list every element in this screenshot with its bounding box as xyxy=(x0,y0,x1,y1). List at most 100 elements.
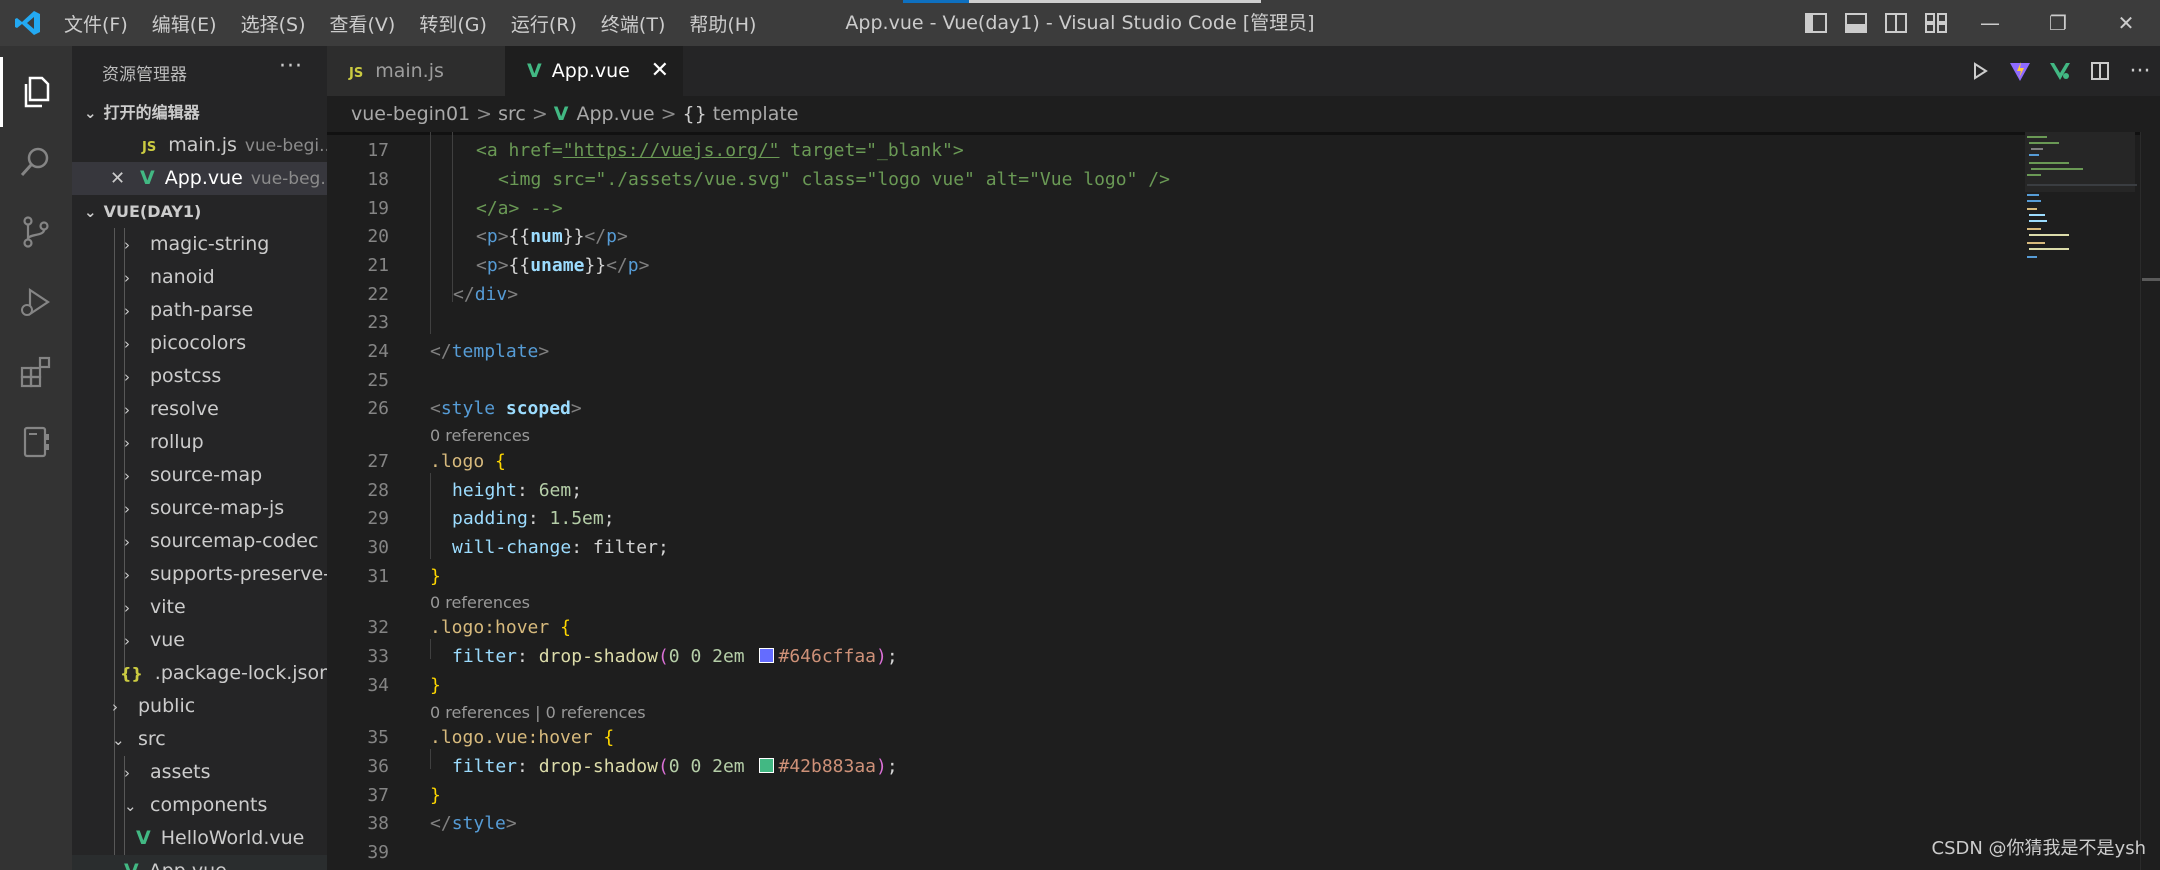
menu-view[interactable]: 查看(V) xyxy=(330,10,396,37)
vite-icon[interactable] xyxy=(2000,60,2040,82)
indent-guide xyxy=(430,473,431,559)
tree-folder-source-map-js[interactable]: › source-map-js xyxy=(72,492,327,525)
restore-button[interactable]: ❐ xyxy=(2024,0,2092,46)
token: class xyxy=(790,169,856,190)
title-bar: 文件(F) 编辑(E) 选择(S) 查看(V) 转到(G) 运行(R) 终端(T… xyxy=(0,0,2160,46)
extensions-icon[interactable] xyxy=(0,337,72,407)
split-editor-icon[interactable] xyxy=(2080,61,2120,81)
breadcrumb-root[interactable]: vue-begin01 xyxy=(351,103,470,125)
js-file-icon: JS xyxy=(142,140,157,155)
close-tab-icon[interactable]: ✕ xyxy=(651,46,669,96)
vertical-scrollbar[interactable] xyxy=(2140,132,2160,870)
open-editors-section[interactable]: ⌄ 打开的编辑器 xyxy=(72,96,327,129)
tree-folder-resolve[interactable]: › resolve xyxy=(72,393,327,426)
token: = xyxy=(855,169,867,190)
close-editor-icon[interactable]: ✕ xyxy=(110,162,140,195)
code-line-36: filter: drop-shadow(0 0 2em #42b883aa); xyxy=(452,756,898,777)
explorer-icon[interactable] xyxy=(0,57,72,127)
workspace-section[interactable]: ⌄ VUE(DAY1) xyxy=(72,195,327,228)
code-link[interactable]: "https://vuejs.org/" xyxy=(563,140,780,161)
menu-edit[interactable]: 编辑(E) xyxy=(152,10,217,37)
vue-devtools-icon[interactable] xyxy=(2040,60,2080,82)
token: > xyxy=(497,226,509,247)
tree-item-label: supports-preserve-... xyxy=(150,563,327,585)
color-swatch[interactable] xyxy=(759,648,775,663)
breadcrumb-symbol[interactable]: template xyxy=(713,103,799,125)
tree-file-helloworld-vue[interactable]: V HelloWorld.vue xyxy=(72,822,327,855)
toggle-sidebar-right-icon[interactable] xyxy=(1876,0,1916,46)
open-editor-item-app-vue[interactable]: ✕V App.vue vue-beg... xyxy=(72,162,327,195)
tree-folder-public[interactable]: › public xyxy=(72,690,327,723)
run-debug-icon[interactable] xyxy=(0,267,72,337)
tab-main-js[interactable]: JS main.js xyxy=(327,46,505,96)
codelens-references[interactable]: 0 references xyxy=(430,426,530,445)
menu-terminal[interactable]: 终端(T) xyxy=(601,10,665,37)
breadcrumb: vue-begin01 > src > V App.vue >{} template xyxy=(327,96,2160,132)
tree-folder-src[interactable]: ⌄ src xyxy=(72,723,327,756)
menu-go[interactable]: 转到(G) xyxy=(419,10,487,37)
breadcrumb-file[interactable]: App.vue xyxy=(576,103,654,125)
tree-folder-nanoid[interactable]: › nanoid xyxy=(72,261,327,294)
tree-file-app-vue[interactable]: V App.vue xyxy=(72,855,327,870)
tree-folder-path-parse[interactable]: › path-parse xyxy=(72,294,327,327)
activity-bar xyxy=(0,46,72,870)
tree-folder-supports-preserve[interactable]: › supports-preserve-... xyxy=(72,558,327,591)
code-line-34: } xyxy=(430,675,441,696)
token: ) xyxy=(876,646,887,667)
codelens-references[interactable]: 0 references xyxy=(430,593,530,612)
chevron-right-icon: › xyxy=(124,269,130,287)
toggle-sidebar-left-icon[interactable] xyxy=(1796,0,1836,46)
js-file-icon: JS xyxy=(349,66,364,81)
open-editors-label: 打开的编辑器 xyxy=(103,103,200,122)
token: uname xyxy=(530,255,585,276)
line-number: 31 xyxy=(367,566,389,587)
tree-folder-rollup[interactable]: › rollup xyxy=(72,426,327,459)
token: ( xyxy=(657,646,669,667)
tree-folder-components[interactable]: ⌄ components xyxy=(72,789,327,822)
more-actions-icon[interactable]: ··· xyxy=(279,54,303,79)
tree-folder-sourcemap-codec[interactable]: › sourcemap-codec xyxy=(72,525,327,558)
menu-selection[interactable]: 选择(S) xyxy=(241,10,306,37)
tree-folder-vue[interactable]: › vue xyxy=(72,624,327,657)
tree-folder-magic-string[interactable]: › magic-string xyxy=(72,228,327,261)
tree-folder-vite[interactable]: › vite xyxy=(72,591,327,624)
codelens-references[interactable]: 0 references | 0 references xyxy=(430,703,646,722)
tree-folder-assets[interactable]: › assets xyxy=(72,756,327,789)
run-icon[interactable] xyxy=(1960,61,2000,81)
code-line-33: filter: drop-shadow(0 0 2em #646cffaa); xyxy=(452,646,898,667)
tree-item-label: nanoid xyxy=(150,266,215,288)
line-number: 23 xyxy=(367,312,389,333)
color-swatch[interactable] xyxy=(759,758,775,773)
tree-folder-source-map[interactable]: › source-map xyxy=(72,459,327,492)
tree-folder-postcss[interactable]: › postcss xyxy=(72,360,327,393)
toggle-panel-icon[interactable] xyxy=(1836,0,1876,46)
code-line-22: </div> xyxy=(453,284,518,305)
menu-file[interactable]: 文件(F) xyxy=(64,10,128,37)
tree-file-package-lock[interactable]: {} .package-lock.json xyxy=(72,657,327,690)
token: scoped xyxy=(505,398,571,419)
token: template xyxy=(451,341,539,362)
source-control-icon[interactable] xyxy=(0,197,72,267)
code-line-35: .logo.vue:hover { xyxy=(430,727,614,748)
vue-file-icon: V xyxy=(136,827,151,849)
indent-guide xyxy=(430,749,431,769)
token: drop-shadow xyxy=(538,756,658,777)
menu-run[interactable]: 运行(R) xyxy=(511,10,577,37)
token: padding xyxy=(452,508,528,529)
menu-help[interactable]: 帮助(H) xyxy=(689,10,756,37)
open-editor-item-main-js[interactable]: JS main.js vue-begi... xyxy=(72,129,327,162)
token: 0 0 2em xyxy=(668,756,756,777)
minimize-button[interactable]: — xyxy=(1956,0,2024,46)
token: 0 0 2em xyxy=(668,646,756,667)
close-window-button[interactable]: ✕ xyxy=(2092,0,2160,46)
breadcrumb-folder[interactable]: src xyxy=(498,103,526,125)
more-actions-icon[interactable]: ··· xyxy=(2120,59,2160,84)
customize-layout-icon[interactable] xyxy=(1916,0,1956,46)
chevron-right-icon: › xyxy=(124,467,130,485)
search-icon[interactable] xyxy=(0,127,72,197)
tab-app-vue[interactable]: V App.vue ✕ xyxy=(505,46,683,96)
tree-folder-picocolors[interactable]: › picocolors xyxy=(72,327,327,360)
code-editor[interactable]: 17 18 19 20 21 22 23 24 25 26 27 28 29 3… xyxy=(327,132,2160,870)
remote-icon[interactable] xyxy=(0,407,72,477)
line-number: 30 xyxy=(367,537,389,558)
